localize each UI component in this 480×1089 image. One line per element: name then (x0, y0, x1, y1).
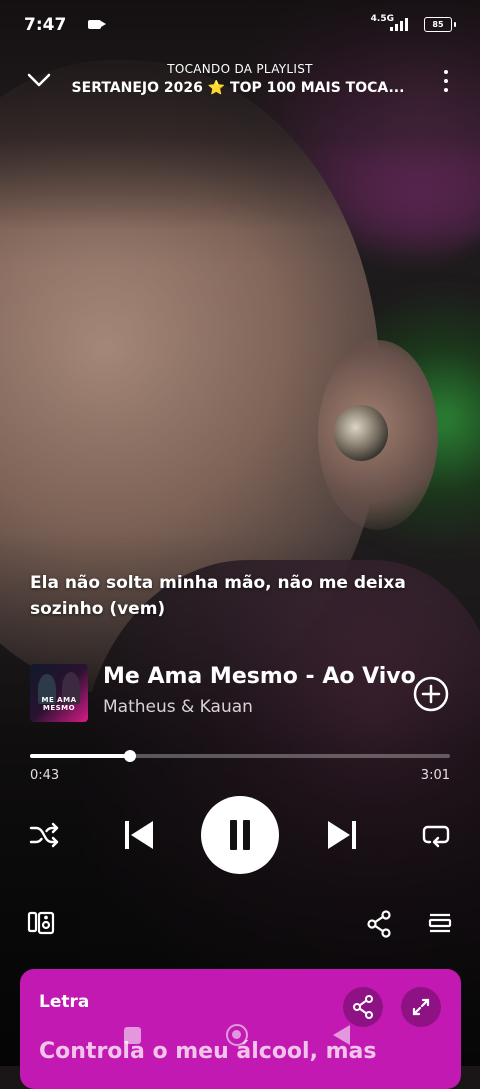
current-lyric: Ela não solta minha mão, não me deixa so… (30, 573, 406, 619)
battery-icon: 85 (424, 17, 456, 32)
track-title[interactable]: Me Ama Mesmo - Ao Vivo (103, 664, 416, 689)
repeat-icon[interactable] (421, 819, 451, 851)
more-vert-icon[interactable] (442, 68, 450, 94)
progress-handle[interactable] (123, 750, 136, 762)
skip-previous-icon[interactable] (122, 817, 156, 853)
home-button[interactable] (226, 1024, 248, 1046)
status-time: 7:47 (24, 15, 67, 35)
connect-device-icon[interactable] (27, 910, 55, 936)
video-camera-icon (88, 20, 106, 29)
header-subtitle: TOCANDO DA PLAYLIST (167, 62, 313, 76)
share-icon[interactable] (366, 910, 392, 938)
queue-icon[interactable] (428, 911, 452, 935)
system-nav-bar (0, 1016, 480, 1066)
add-circle-icon[interactable] (413, 676, 449, 712)
album-cover[interactable]: ME AMA MESMO (30, 664, 88, 722)
track-artist[interactable]: Matheus & Kauan (103, 697, 253, 717)
recent-apps-button[interactable] (124, 1027, 141, 1044)
total-time: 3:01 (420, 768, 450, 783)
elapsed-time: 0:43 (30, 768, 60, 783)
playlist-title[interactable]: SERTANEJO 2026 ⭐ TOP 100 MAIS TOCA... (70, 80, 406, 96)
shuffle-icon[interactable] (28, 819, 60, 851)
video-background (0, 0, 480, 1066)
status-bar: 7:47 4.5G 85 (0, 0, 480, 50)
pause-button[interactable] (201, 796, 279, 874)
skip-next-icon[interactable] (325, 817, 359, 853)
signal-icon (384, 17, 412, 31)
lyrics-label: Letra (39, 992, 90, 1012)
progress-fill (30, 754, 130, 758)
progress-bar[interactable] (30, 750, 450, 762)
back-button[interactable] (333, 1025, 350, 1045)
album-cover-text: ME AMA MESMO (41, 696, 77, 712)
